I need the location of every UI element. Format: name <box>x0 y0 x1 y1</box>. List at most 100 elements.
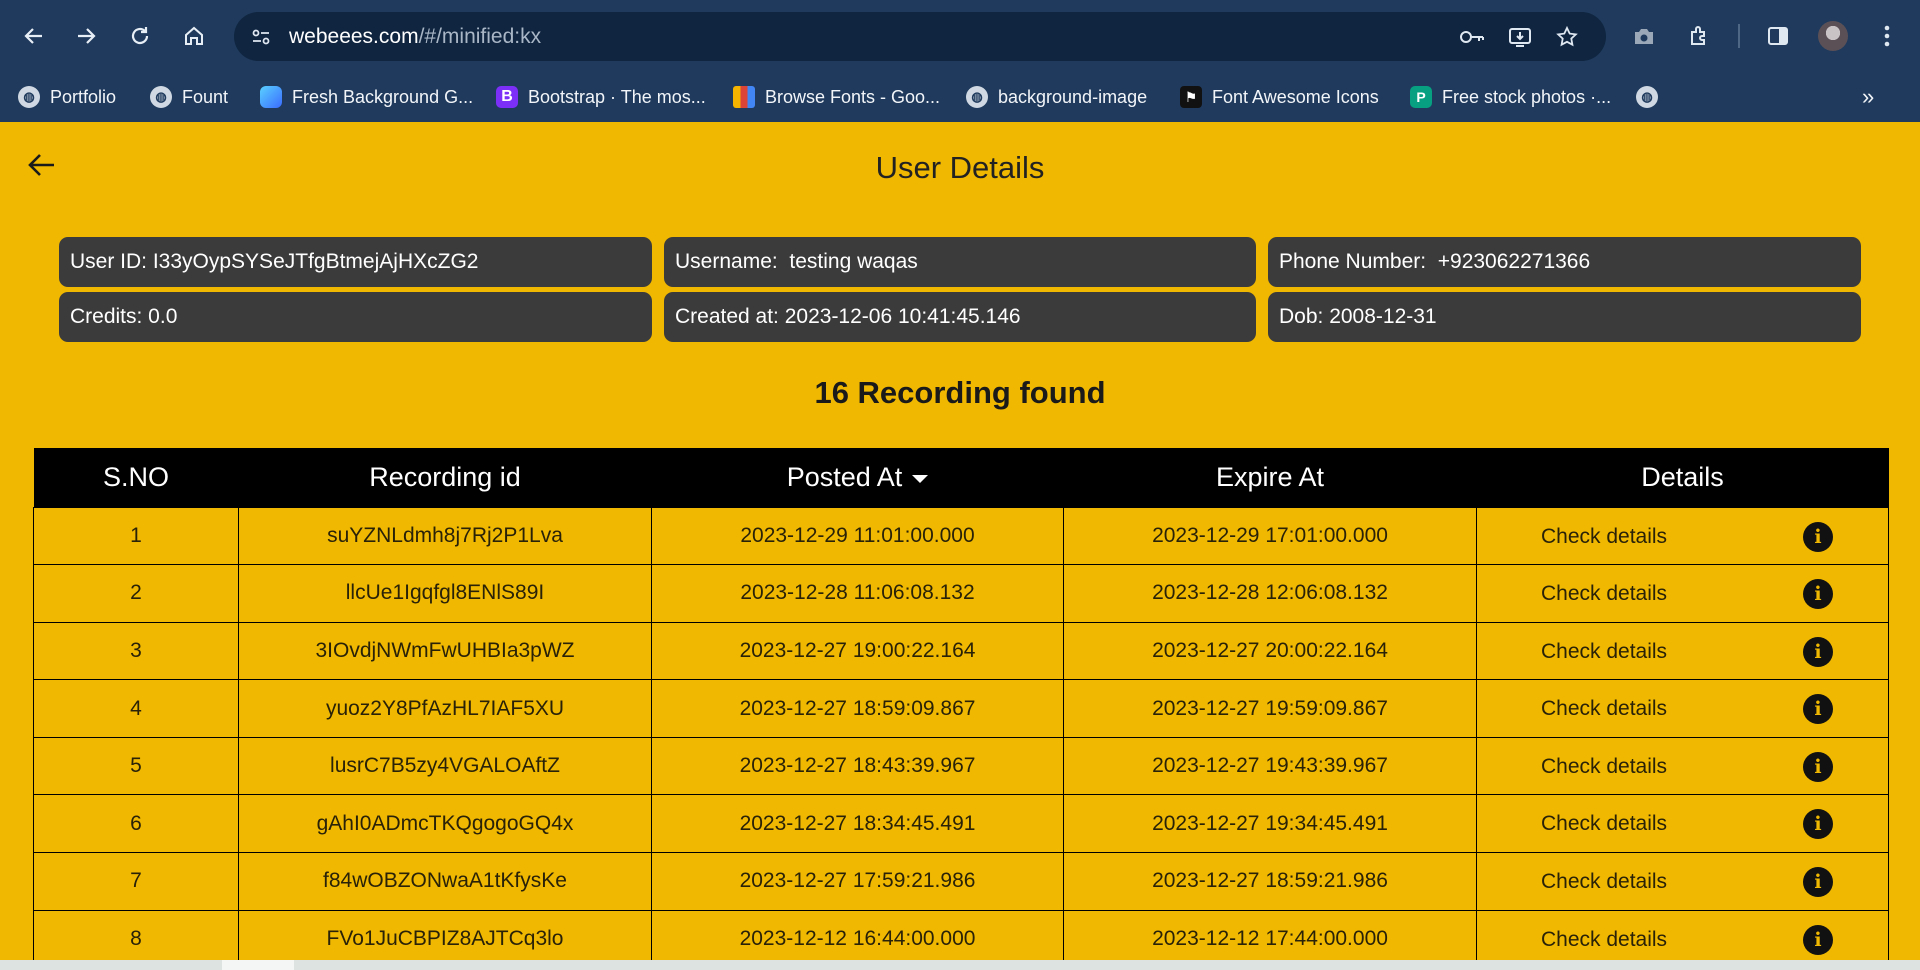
bookmark-font-awesome[interactable]: ⚑ Font Awesome Icons <box>1180 82 1379 112</box>
table-body: 1 suYZNLdmh8j7Rj2P1Lva 2023-12-29 11:01:00… <box>33 506 1889 969</box>
cell-expire-at: 2023-12-29 17:01:00.000 <box>1063 506 1477 566</box>
bookmark-pexels[interactable]: P Free stock photos ·... <box>1410 82 1611 112</box>
bookmark-bootstrap[interactable]: B Bootstrap · The mos... <box>496 82 706 112</box>
bookmark-portfolio[interactable]: ◍ Portfolio <box>18 82 116 112</box>
check-details-link[interactable]: Check details <box>1541 928 1667 952</box>
side-panel-icon[interactable] <box>1761 19 1795 53</box>
bookmark-label: Fount <box>182 86 229 107</box>
cell-posted-at: 2023-12-27 18:34:45.491 <box>651 794 1064 854</box>
cell-expire-at: 2023-12-27 19:59:09.867 <box>1063 679 1477 738</box>
sort-caret-icon[interactable] <box>912 474 929 483</box>
bookmark-label: background-image <box>998 86 1148 107</box>
site-info-icon[interactable] <box>246 22 276 52</box>
cell-recording-id: suYZNLdmh8j7Rj2P1Lva <box>238 506 652 566</box>
cell-details: Check details i <box>1476 506 1889 566</box>
info-icon[interactable]: i <box>1803 809 1833 840</box>
check-details-link[interactable]: Check details <box>1541 755 1667 779</box>
recordings-table: S.NO Recording id Posted At Expire At De… <box>33 448 1889 969</box>
toolbar-divider <box>1738 24 1740 48</box>
check-details-link[interactable]: Check details <box>1541 582 1667 606</box>
bookmark-fresh-background[interactable]: Fresh Background G... <box>260 82 473 112</box>
bookmark-background-image[interactable]: ◍ background-image <box>966 82 1147 112</box>
menu-kebab-icon[interactable] <box>1870 19 1904 53</box>
google-fonts-icon <box>733 86 755 108</box>
cell-posted-at: 2023-12-27 18:43:39.967 <box>651 736 1064 796</box>
page-title: User Details <box>875 150 1045 185</box>
back-icon[interactable] <box>16 18 52 54</box>
info-icon[interactable]: i <box>1803 636 1833 667</box>
created-at-card: Created at: 2023-12-06 10:41:45.146 <box>664 292 1256 342</box>
dob-card: Dob: 2008-12-31 <box>1268 292 1861 342</box>
flag-icon: ⚑ <box>1180 86 1202 108</box>
cell-expire-at: 2023-12-28 12:06:08.132 <box>1063 564 1477 623</box>
info-icon[interactable]: i <box>1803 867 1833 898</box>
url-path: /#/minified:kx <box>418 25 542 48</box>
user-id-card: User ID: I33yOypSYSeJTfgBtmejAjHXcZG2 <box>59 237 652 287</box>
header-posted-at[interactable]: Posted At <box>651 448 1064 507</box>
cell-sno: 2 <box>33 564 239 623</box>
cell-details: Check details i <box>1476 794 1889 854</box>
cell-recording-id: lusrC7B5zy4VGALOAftZ <box>238 736 652 796</box>
bookmark-label: Portfolio <box>50 86 117 107</box>
install-app-icon[interactable] <box>1505 22 1535 52</box>
cell-sno: 6 <box>33 794 239 854</box>
bookmark-google-fonts[interactable]: Browse Fonts - Goo... <box>733 82 940 112</box>
address-bar[interactable]: webeees.com/#/minified:kx <box>234 12 1606 61</box>
cell-posted-at: 2023-12-28 11:06:08.132 <box>651 564 1064 623</box>
info-icon[interactable]: i <box>1803 694 1833 725</box>
bootstrap-icon: B <box>496 86 518 108</box>
url-text[interactable]: webeees.com/#/minified:kx <box>289 25 541 49</box>
extensions-icon[interactable] <box>1682 19 1716 53</box>
table-header-row: S.NO Recording id Posted At Expire At De… <box>33 448 1889 507</box>
globe-icon: ◍ <box>966 86 988 108</box>
table-row: 3 3IOvdjNWmFwUHBIa3pWZ 2023-12-27 19:00:22… <box>33 621 1889 681</box>
cell-recording-id: llcUe1Igqfgl8ENlS89I <box>238 564 652 623</box>
more-bookmarks-icon[interactable]: » <box>1862 82 1874 112</box>
cell-recording-id: yuoz2Y8PfAzHL7IAF5XU <box>238 679 652 738</box>
check-details-link[interactable]: Check details <box>1541 525 1667 549</box>
table-row: 5 lusrC7B5zy4VGALOAftZ 2023-12-27 18:43:39… <box>33 736 1889 796</box>
cell-sno: 3 <box>33 621 239 681</box>
forward-icon[interactable] <box>68 18 104 54</box>
bookmark-label: Fresh Background G... <box>292 86 474 107</box>
bookmark-fount[interactable]: ◍ Fount <box>150 82 228 112</box>
info-icon[interactable]: i <box>1803 579 1833 610</box>
check-details-link[interactable]: Check details <box>1541 640 1667 664</box>
home-icon[interactable] <box>176 18 212 54</box>
header-recording-id: Recording id <box>238 448 652 507</box>
cell-recording-id: f84wOBZONwaA1tKfysKe <box>238 852 652 911</box>
cell-details: Check details i <box>1476 736 1889 796</box>
profile-avatar[interactable] <box>1818 21 1848 51</box>
cell-sno: 5 <box>33 736 239 796</box>
cell-recording-id: 3IOvdjNWmFwUHBIa3pWZ <box>238 621 652 681</box>
header-posted-at-label: Posted At <box>786 461 903 492</box>
phone-card: Phone Number: +923062271366 <box>1268 237 1861 287</box>
info-icon[interactable]: i <box>1803 751 1833 782</box>
cell-expire-at: 2023-12-27 19:43:39.967 <box>1063 736 1477 796</box>
page-content: User Details User ID: I33yOypSYSeJTfgBtm… <box>0 122 1920 969</box>
cell-expire-at: 2023-12-27 18:59:21.986 <box>1063 852 1477 911</box>
key-icon[interactable] <box>1457 22 1487 52</box>
bookmark-label: Bootstrap · The mos... <box>528 86 706 107</box>
info-icon[interactable]: i <box>1803 521 1833 552</box>
globe-icon: ◍ <box>1636 86 1658 108</box>
header-details: Details <box>1476 448 1889 507</box>
cell-expire-at: 2023-12-27 20:00:22.164 <box>1063 621 1477 681</box>
check-details-link[interactable]: Check details <box>1541 812 1667 836</box>
bookmark-label: Font Awesome Icons <box>1212 86 1379 107</box>
camera-icon[interactable] <box>1627 19 1661 53</box>
info-icon[interactable]: i <box>1803 924 1833 955</box>
cell-details: Check details i <box>1476 852 1889 911</box>
bookmark-unnamed[interactable]: ◍ <box>1636 82 1658 112</box>
check-details-link[interactable]: Check details <box>1541 697 1667 721</box>
star-bookmark-icon[interactable] <box>1552 22 1582 52</box>
scrollbar-thumb[interactable] <box>222 960 294 970</box>
check-details-link[interactable]: Check details <box>1541 870 1667 894</box>
browser-toolbar: webeees.com/#/minified:kx <box>0 0 1920 74</box>
table-row: 6 gAhI0ADmcTKQgogoGQ4x 2023-12-27 18:34:45… <box>33 794 1889 854</box>
cell-sno: 1 <box>33 506 239 566</box>
cell-details: Check details i <box>1476 679 1889 738</box>
reload-icon[interactable] <box>122 18 158 54</box>
bookmark-label: Free stock photos ·... <box>1442 86 1612 107</box>
recordings-count: 16 Recording found <box>814 375 1106 410</box>
